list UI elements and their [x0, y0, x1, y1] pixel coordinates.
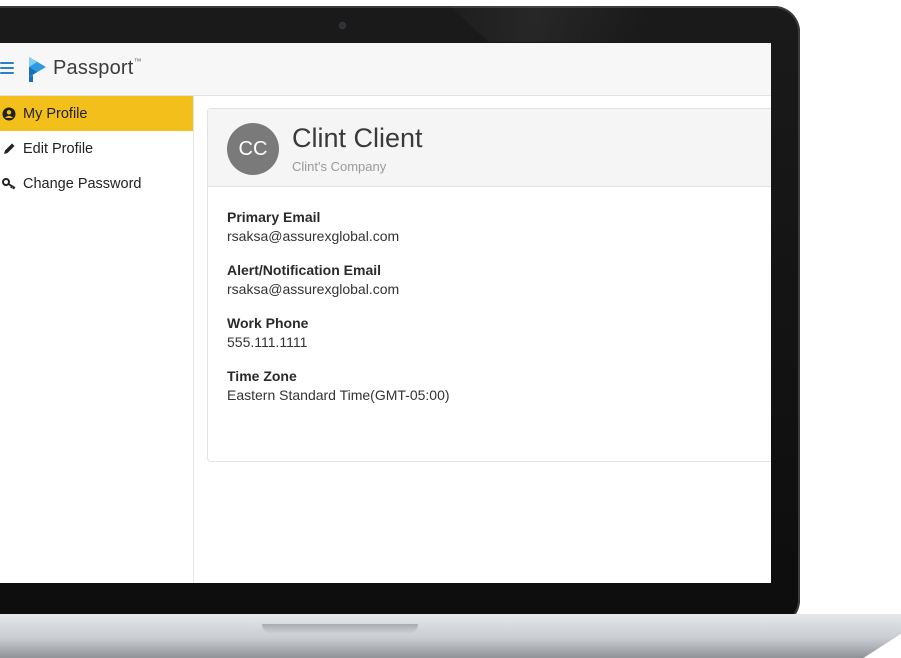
user-circle-icon [0, 107, 18, 121]
sidebar-item-change-password[interactable]: Change Password [0, 166, 193, 201]
avatar: CC [227, 123, 279, 175]
profile-card: CC Clint Client Clint's Company Primary … [207, 108, 771, 462]
sidebar-item-label: My Profile [23, 105, 88, 122]
screen: Passport™ My Profile Edit Profile Change… [0, 43, 771, 583]
field-value: rsaksa@assurexglobal.com [227, 281, 400, 297]
field-primary-email: Primary Email rsaksa@assurexglobal.com [227, 209, 771, 244]
field-label: Work Phone [227, 315, 309, 331]
top-bar: Passport™ [0, 43, 771, 96]
key-icon [0, 177, 18, 190]
profile-header: CC Clint Client Clint's Company [208, 109, 771, 187]
hamburger-menu-icon[interactable] [0, 62, 14, 74]
profile-name: Clint Client [292, 123, 423, 153]
brand-trademark: ™ [133, 57, 142, 66]
sidebar-item-my-profile[interactable]: My Profile [0, 96, 193, 131]
passport-logo-icon [29, 57, 46, 82]
sidebar: My Profile Edit Profile Change Password [0, 96, 194, 583]
field-work-phone: Work Phone 555.111.1111 [227, 315, 771, 350]
sidebar-item-label: Edit Profile [23, 140, 94, 157]
camera [340, 23, 345, 28]
sidebar-item-label: Change Password [23, 175, 142, 192]
field-time-zone: Time Zone Eastern Standard Time(GMT-05:0… [227, 368, 771, 403]
field-label: Time Zone [227, 368, 297, 384]
sidebar-item-edit-profile[interactable]: Edit Profile [0, 131, 193, 166]
field-value: Eastern Standard Time(GMT-05:00) [227, 387, 450, 403]
brand-label: Passport [53, 57, 134, 79]
field-label: Alert/Notification Email [227, 262, 382, 278]
laptop-base [0, 614, 901, 658]
field-value: rsaksa@assurexglobal.com [227, 228, 400, 244]
profile-company: Clint's Company [292, 159, 387, 174]
field-alert-email: Alert/Notification Email rsaksa@assurexg… [227, 262, 771, 297]
brand-name[interactable]: Passport™ [53, 57, 142, 80]
main-content: CC Clint Client Clint's Company Primary … [194, 96, 771, 583]
pencil-icon [0, 142, 18, 155]
field-label: Primary Email [227, 209, 321, 225]
profile-fields: Primary Email rsaksa@assurexglobal.com A… [208, 187, 771, 403]
field-value: 555.111.1111 [227, 334, 308, 350]
laptop-base-notch [262, 624, 418, 634]
